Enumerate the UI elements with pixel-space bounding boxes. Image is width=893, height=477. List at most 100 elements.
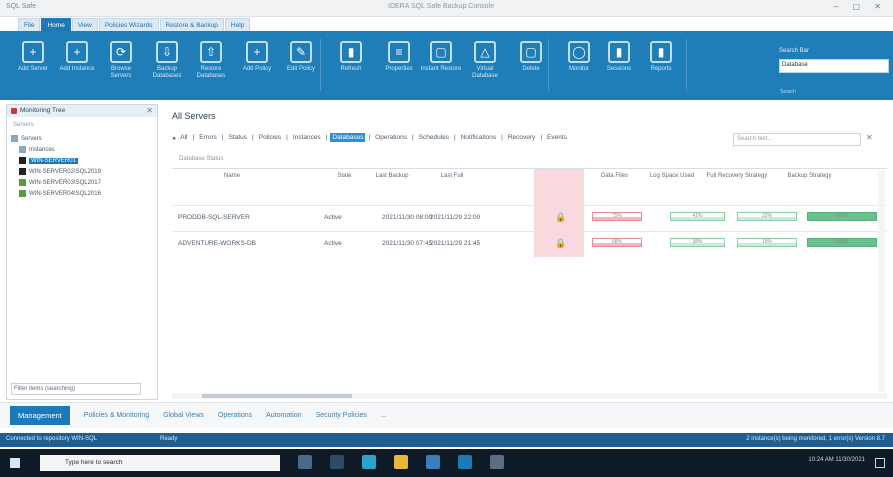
add-instance-button[interactable]: + Add Instance [56,35,98,95]
reports-button[interactable]: ▮ Reports [640,35,682,95]
nav-operations[interactable]: Operations [218,412,252,419]
horizontal-scrollbar[interactable] [172,393,887,399]
column-header[interactable]: Full Recovery Strategy [702,173,772,179]
file-explorer-icon[interactable] [394,455,408,469]
ribbon-search-input[interactable]: Database [779,59,889,73]
ribbon-tab-view[interactable]: View [71,17,98,32]
column-header[interactable]: Name [172,173,292,179]
windows-start-icon[interactable] [10,458,20,468]
browse-servers-button[interactable]: ⟳ Browse Servers [100,35,142,95]
delete-button[interactable]: ▢ Delete [510,35,552,95]
close-search-icon[interactable]: ✕ [866,133,873,142]
filter-schedules[interactable]: Schedules [417,133,451,142]
column-header[interactable]: Last Full [417,173,487,179]
filter-recovery[interactable]: Recovery [506,133,537,142]
ribbon-tab-policies-wizards[interactable]: Policies Wizards [98,17,159,32]
sql-safe-app-icon[interactable] [458,455,472,469]
monitor-icon [11,108,17,114]
nav-automation[interactable]: Automation [266,412,301,419]
nav-policies-monitoring[interactable]: Policies & Monitoring [84,412,149,419]
edit-policy-button[interactable]: ✎ Edit Policy [280,35,322,95]
nav-management[interactable]: Management [10,406,70,425]
tree-item-label: WIN-SERVER01 [29,157,78,164]
virtual-database-button[interactable]: △ Virtual Database [464,35,506,95]
filter-databases[interactable]: Databases [330,133,366,142]
tree-item[interactable]: WIN-SERVER04\SQL2016 [11,188,101,199]
server-icon [19,146,26,153]
refresh-icon: ▮ [340,41,362,63]
server-icon [19,179,26,186]
nav-security-policies[interactable]: Security Policies [316,412,367,419]
tree-item[interactable]: Servers [11,133,101,144]
restore-databases-button[interactable]: ⇧ Restore Databases [190,35,232,95]
ribbon-tab-home[interactable]: Home [41,17,71,32]
browse-servers-icon: ⟳ [110,41,132,63]
clock[interactable]: 10:24 AM 11/30/2021 [808,457,865,463]
sessions-label: Sessions [606,66,632,72]
widgets-icon[interactable] [330,455,344,469]
add-policy-button[interactable]: + Add Policy [236,35,278,95]
database-state: Active [324,240,342,247]
ribbon-tab-restore-backup[interactable]: Restore & Backup [159,17,224,32]
column-header[interactable]: Data Files [587,173,642,179]
tree-item-label: WIN-SERVER04\SQL2016 [29,190,101,197]
instant-restore-button[interactable]: ▢ Instant Restore [420,35,462,95]
filter-errors[interactable]: Errors [197,133,219,142]
sessions-button[interactable]: ▮ Sessions [598,35,640,95]
tree-item[interactable]: WIN-SERVER01 [11,155,101,166]
status-summary: 2 instance(s) being monitored, 1 error(s… [746,436,885,442]
filter-divider: | [325,134,328,141]
properties-button[interactable]: ≡ Properties [378,35,420,95]
refresh-button[interactable]: ▮ Refresh [330,35,372,95]
ribbon-toolbar: Search Bar Database Search + Add Server + A… [0,31,893,100]
filter-notifications[interactable]: Notifications [459,133,498,142]
filter-events[interactable]: Events [545,133,569,142]
notification-icon[interactable] [875,458,885,468]
column-header[interactable]: Log Space Used [642,173,702,179]
backup-databases-button[interactable]: ⇩ Backup Databases [146,35,188,95]
window-controls[interactable]: – ▢ ✕ [834,2,887,11]
nav--[interactable]: ... [381,412,387,419]
database-name: PRODDB-SQL-SERVER [178,214,250,221]
vertical-scrollbar[interactable] [878,170,885,392]
table-row[interactable]: PRODDB-SQL-SERVER Active 2021/11/30 08:00 2… [172,205,887,230]
scroll-thumb[interactable] [202,394,352,398]
filter-divider: | [368,134,371,141]
filter-policies[interactable]: Policies [257,133,283,142]
tree-item-label: Instances [29,146,55,153]
filter-status[interactable]: Status [227,133,249,142]
add-server-button[interactable]: + Add Server [12,35,54,95]
ribbon-separator [686,39,687,91]
ribbon-tab-help[interactable]: Help [224,17,251,32]
monitor-button[interactable]: ◯ Monitor [558,35,600,95]
nav-global-views[interactable]: Global Views [163,412,204,419]
edit-policy-label: Edit Policy [286,66,315,72]
monitor-label: Monitor [568,66,589,72]
back-arrow-icon[interactable]: ◂ [172,134,175,142]
task-view-icon[interactable] [298,455,312,469]
status-bar: Connected to repository WIN-SQL Ready 2 … [0,433,893,447]
grid-search-input[interactable]: Search text... [733,133,861,146]
store-icon[interactable] [426,455,440,469]
column-header[interactable]: Last Backup [367,173,417,179]
tree-filter-input[interactable]: Filter items (searching) [11,383,141,395]
virtual-database-icon: △ [474,41,496,63]
edge-browser-icon[interactable] [362,455,376,469]
filter-all[interactable]: All [178,133,189,142]
last-backup: 2021/11/30 07:45 [382,240,433,247]
app-icon[interactable] [490,455,504,469]
tree-item[interactable]: WIN-SERVER02\SQL2019 [11,166,101,177]
pin-icon[interactable]: ✕ [146,106,153,115]
tree-item[interactable]: Instances [11,144,101,155]
refresh-label: Refresh [340,66,362,72]
taskbar-search-input[interactable]: Type here to search [40,455,280,471]
tree-item-label: WIN-SERVER02\SQL2019 [29,168,101,175]
column-header[interactable]: State [322,173,367,179]
tree-item[interactable]: WIN-SERVER03\SQL2017 [11,177,101,188]
filter-bar: ◂ All | Errors | Status | Policies | Instances | Da… [172,133,569,142]
filter-operations[interactable]: Operations [373,133,409,142]
filter-instances[interactable]: Instances [291,133,323,142]
column-header[interactable]: Backup Strategy [772,173,847,179]
table-row[interactable]: ADVENTURE-WORKS-DB Active 2021/11/30 07:45… [172,231,887,256]
ribbon-tab-file[interactable]: File [18,17,41,32]
